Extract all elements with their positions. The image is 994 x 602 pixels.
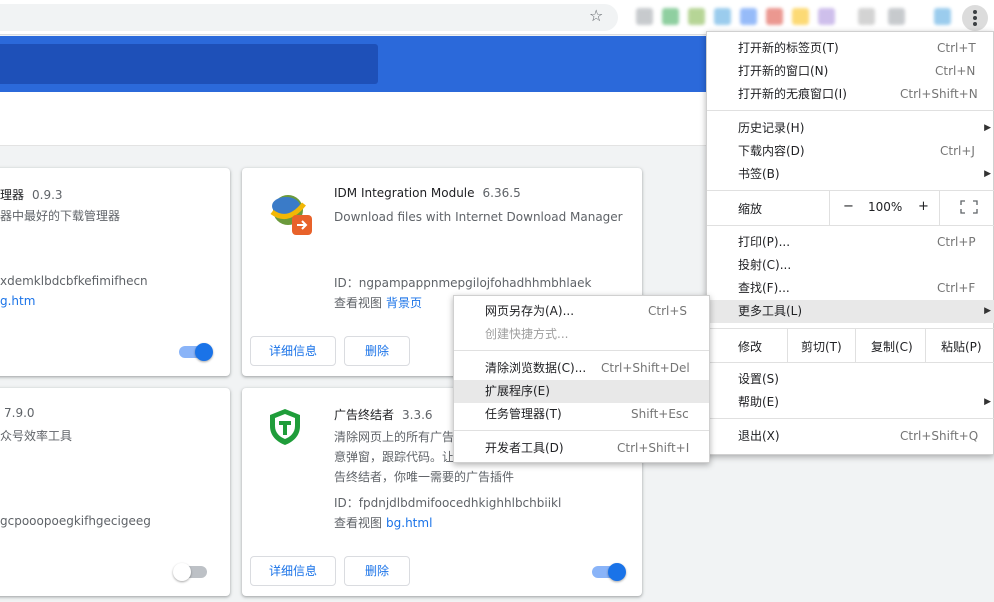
- extension-version: 0.9.3: [32, 188, 63, 202]
- menu-separator: [454, 350, 709, 351]
- menu-item-new-tab[interactable]: 打开新的标签页(T) Ctrl+T: [707, 37, 994, 60]
- extension-description: 清除网页上的所有广告，: [334, 430, 467, 444]
- extension-icon[interactable]: [740, 8, 757, 25]
- extension-description: 众号效率工具: [0, 429, 73, 443]
- extension-version: 6.36.5: [482, 186, 521, 200]
- zoom-out-button[interactable]: −: [843, 199, 854, 214]
- chrome-main-menu: 打开新的标签页(T) Ctrl+T 打开新的窗口(N) Ctrl+N 打开新的无…: [706, 31, 994, 455]
- inspect-views: 查看视图 背景页: [334, 296, 423, 310]
- menu-item-task-manager[interactable]: 任务管理器(T) Shift+Esc: [454, 403, 709, 426]
- enable-toggle[interactable]: [173, 563, 207, 581]
- submenu-arrow-icon: ▶: [984, 397, 991, 407]
- extension-name: 理器: [0, 188, 25, 202]
- search-extensions-field[interactable]: [0, 44, 378, 84]
- menu-item-exit[interactable]: 退出(X) Ctrl+Shift+Q: [707, 425, 994, 448]
- extension-description: 意弹窗，跟踪代码。让: [334, 450, 455, 464]
- menu-item-clear-browsing-data[interactable]: 清除浏览数据(C)... Ctrl+Shift+Del: [454, 357, 709, 380]
- submenu-arrow-icon: ▶: [984, 169, 991, 179]
- star-icon[interactable]: ☆: [589, 6, 603, 26]
- zoom-in-button[interactable]: +: [918, 199, 929, 214]
- more-tools-submenu: 网页另存为(A)... Ctrl+S 创建快捷方式... 清除浏览数据(C)..…: [453, 295, 710, 463]
- browser-toolbar: ☆: [0, 0, 994, 35]
- idm-logo-icon: [266, 190, 316, 238]
- extension-icon[interactable]: [792, 8, 809, 25]
- extension-version: 3.3.6: [402, 408, 433, 422]
- inspect-views: 查看视图 bg.html: [334, 516, 433, 530]
- menu-item-cast[interactable]: 投射(C)...: [707, 254, 994, 277]
- extension-icon[interactable]: [688, 8, 705, 25]
- enable-toggle[interactable]: [179, 343, 213, 361]
- paste-button[interactable]: 粘贴(P): [941, 338, 982, 355]
- extension-icon[interactable]: [818, 8, 835, 25]
- menu-separator: [707, 225, 994, 226]
- extension-icon[interactable]: [766, 8, 783, 25]
- extension-icon[interactable]: [714, 8, 731, 25]
- edit-label: 修改: [738, 340, 763, 354]
- details-button[interactable]: 详细信息: [250, 336, 336, 366]
- enable-toggle[interactable]: [592, 563, 626, 581]
- menu-item-save-page[interactable]: 网页另存为(A)... Ctrl+S: [454, 300, 709, 323]
- menu-item-bookmarks[interactable]: 书签(B) ▶: [707, 163, 994, 186]
- submenu-arrow-icon: ▶: [984, 123, 991, 133]
- submenu-arrow-icon: ▶: [984, 306, 991, 316]
- extension-icon[interactable]: [858, 8, 875, 25]
- menu-item-print[interactable]: 打印(P)... Ctrl+P: [707, 231, 994, 254]
- menu-item-find[interactable]: 查找(F)... Ctrl+F: [707, 277, 994, 300]
- extension-description: Download files with Internet Download Ma…: [334, 210, 623, 224]
- extension-version: 7.9.0: [4, 406, 35, 420]
- menu-item-history[interactable]: 历史记录(H) ▶: [707, 117, 994, 140]
- address-bar[interactable]: [0, 4, 618, 31]
- menu-item-new-incognito[interactable]: 打开新的无痕窗口(I) Ctrl+Shift+N: [707, 83, 994, 106]
- cut-button[interactable]: 剪切(T): [801, 338, 842, 355]
- menu-item-extensions[interactable]: 扩展程序(E): [454, 380, 709, 403]
- inspect-views: g.htm: [0, 294, 35, 308]
- menu-item-more-tools[interactable]: 更多工具(L) ▶: [707, 300, 994, 323]
- details-button[interactable]: 详细信息: [250, 556, 336, 586]
- menu-item-help[interactable]: 帮助(E) ▶: [707, 391, 994, 414]
- background-page-link[interactable]: bg.html: [386, 516, 432, 530]
- extension-description: 告终结者，你唯一需要的广告插件: [334, 470, 515, 484]
- menu-item-settings[interactable]: 设置(S): [707, 368, 994, 391]
- background-page-link[interactable]: 背景页: [386, 296, 422, 310]
- edit-row: 修改 剪切(T) 复制(C) 粘贴(P): [707, 329, 994, 362]
- remove-button[interactable]: 删除: [344, 556, 410, 586]
- extension-card: 理器 0.9.3 器中最好的下载管理器 xdemklbdcbfkefimifhec…: [0, 168, 230, 376]
- menu-separator: [707, 110, 994, 111]
- remove-button[interactable]: 删除: [344, 336, 410, 366]
- extension-id: ID：fpdnjdlbdmifoocedhkighhlbchbiikl: [334, 496, 562, 510]
- extension-icon[interactable]: [662, 8, 679, 25]
- menu-item-developer-tools[interactable]: 开发者工具(D) Ctrl+Shift+I: [454, 437, 709, 460]
- extension-name: IDM Integration Module: [334, 186, 475, 200]
- menu-separator: [454, 430, 709, 431]
- menu-item-downloads[interactable]: 下载内容(D) Ctrl+J: [707, 140, 994, 163]
- extension-description: 器中最好的下载管理器: [0, 209, 121, 223]
- menu-item-create-shortcut[interactable]: 创建快捷方式...: [454, 323, 709, 346]
- kebab-menu-icon[interactable]: [962, 5, 988, 31]
- fullscreen-icon[interactable]: [960, 200, 978, 214]
- zoom-level: 100%: [868, 200, 903, 214]
- extension-id: xdemklbdcbfkefimifhecn: [0, 274, 148, 288]
- extension-icon[interactable]: [636, 8, 653, 25]
- zoom-row: 缩放 − 100% +: [707, 191, 994, 225]
- menu-separator: [707, 362, 994, 363]
- extension-icon[interactable]: [934, 8, 951, 25]
- background-page-link[interactable]: g.htm: [0, 294, 35, 308]
- extension-id: gcpooopoegkifhgecigeeg: [0, 514, 151, 528]
- copy-button[interactable]: 复制(C): [871, 338, 913, 355]
- extension-id: ID：ngpampappnmepgilojfohadhhmbhlaek: [334, 276, 592, 290]
- zoom-label: 缩放: [738, 202, 763, 216]
- extension-name: 广告终结者: [334, 408, 395, 422]
- shield-icon: [268, 408, 302, 446]
- extension-icon[interactable]: [888, 8, 905, 25]
- menu-item-new-window[interactable]: 打开新的窗口(N) Ctrl+N: [707, 60, 994, 83]
- menu-separator: [707, 418, 994, 419]
- extension-card: 7.9.0 众号效率工具 gcpooopoegkifhgecigeeg: [0, 388, 230, 596]
